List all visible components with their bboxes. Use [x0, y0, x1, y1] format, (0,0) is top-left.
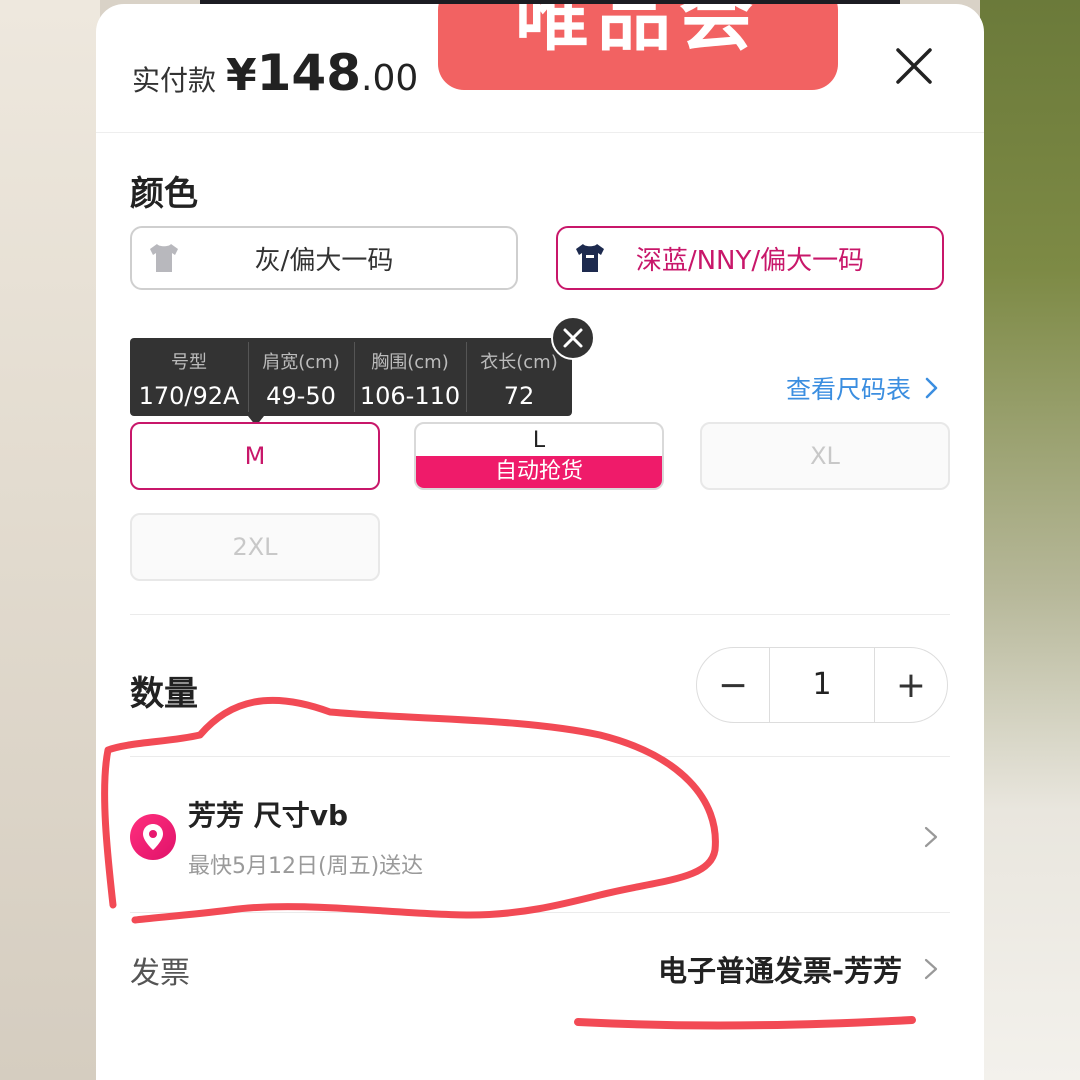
size-tooltip-value: 106-110 — [359, 382, 461, 410]
brand-banner-text: 唯品会 — [515, 4, 761, 61]
color-option-navy-label: 深蓝/NNY/偏大一码 — [635, 245, 865, 276]
tshirt-gray-icon — [150, 244, 178, 272]
chevron-right-icon — [924, 826, 938, 848]
header-divider — [96, 132, 984, 133]
background-right — [980, 0, 1080, 1080]
quantity-value[interactable]: 1 — [769, 648, 875, 722]
size-option-2xl: 2XL — [130, 513, 380, 581]
location-pin-icon — [130, 814, 176, 860]
close-icon — [896, 48, 932, 84]
price-row: 实付款 ¥ 148 .00 — [132, 44, 418, 102]
address-row[interactable]: 芳芳 尺寸vb 最快5月12日(周五)送达 — [130, 774, 950, 904]
divider — [130, 912, 950, 913]
size-option-l-label: L — [532, 428, 546, 453]
tooltip-close-button[interactable] — [551, 316, 595, 360]
size-option-xl: XL — [700, 422, 950, 490]
size-tooltip-column: 号型 170/92A — [130, 338, 248, 416]
quantity-increase-button[interactable]: + — [875, 648, 947, 722]
address-name: 芳芳 尺寸vb — [188, 799, 349, 832]
chevron-right-icon — [924, 958, 938, 980]
divider — [130, 756, 950, 757]
price-integer: 148 — [256, 44, 362, 102]
divider — [130, 614, 950, 615]
size-chart-link-label: 查看尺码表 — [786, 375, 912, 404]
delivery-estimate: 最快5月12日(周五)送达 — [188, 854, 424, 879]
auto-restock-tag: 自动抢货 — [416, 456, 662, 488]
size-tooltip-value: 170/92A — [138, 382, 240, 410]
close-button[interactable] — [892, 44, 936, 88]
price-label: 实付款 — [132, 64, 217, 97]
price-decimal: .00 — [361, 58, 419, 99]
brand-banner: 唯品会 — [438, 4, 838, 90]
purchase-sheet: 实付款 ¥ 148 .00 唯品会 颜色 灰/偏大一码 深蓝/NNY/偏大一码 … — [96, 4, 984, 1080]
tshirt-navy-icon — [576, 244, 604, 272]
color-section-title: 颜色 — [130, 174, 198, 214]
close-icon — [563, 328, 583, 348]
size-tooltip-value: 49-50 — [266, 382, 336, 410]
price-currency: ¥ — [226, 50, 257, 101]
color-option-navy[interactable]: 深蓝/NNY/偏大一码 — [556, 226, 944, 290]
size-tooltip-column: 肩宽(cm) 49-50 — [248, 338, 354, 416]
background-left — [0, 0, 100, 1080]
invoice-row[interactable]: 发票 电子普通发票-芳芳 — [130, 934, 950, 1004]
size-tooltip: 号型 170/92A 肩宽(cm) 49-50 胸围(cm) 106-110 衣… — [130, 338, 572, 416]
chevron-right-icon — [925, 377, 938, 399]
size-tooltip-header: 肩宽(cm) — [262, 352, 340, 373]
quantity-section-title: 数量 — [130, 674, 198, 714]
size-tooltip-column: 胸围(cm) 106-110 — [354, 338, 466, 416]
size-tooltip-header: 胸围(cm) — [371, 352, 449, 373]
invoice-value: 电子普通发票-芳芳 — [657, 954, 902, 988]
color-option-gray[interactable]: 灰/偏大一码 — [130, 226, 518, 290]
size-tooltip-value: 72 — [503, 382, 535, 410]
color-option-gray-label: 灰/偏大一码 — [254, 245, 394, 276]
size-option-m[interactable]: M — [130, 422, 380, 490]
invoice-label: 发票 — [130, 956, 190, 991]
size-option-l[interactable]: L 自动抢货 — [414, 422, 664, 490]
quantity-stepper: − 1 + — [696, 647, 948, 723]
size-tooltip-header: 号型 — [171, 352, 207, 373]
size-chart-link[interactable]: 查看尺码表 — [786, 370, 943, 406]
quantity-decrease-button[interactable]: − — [697, 648, 769, 722]
